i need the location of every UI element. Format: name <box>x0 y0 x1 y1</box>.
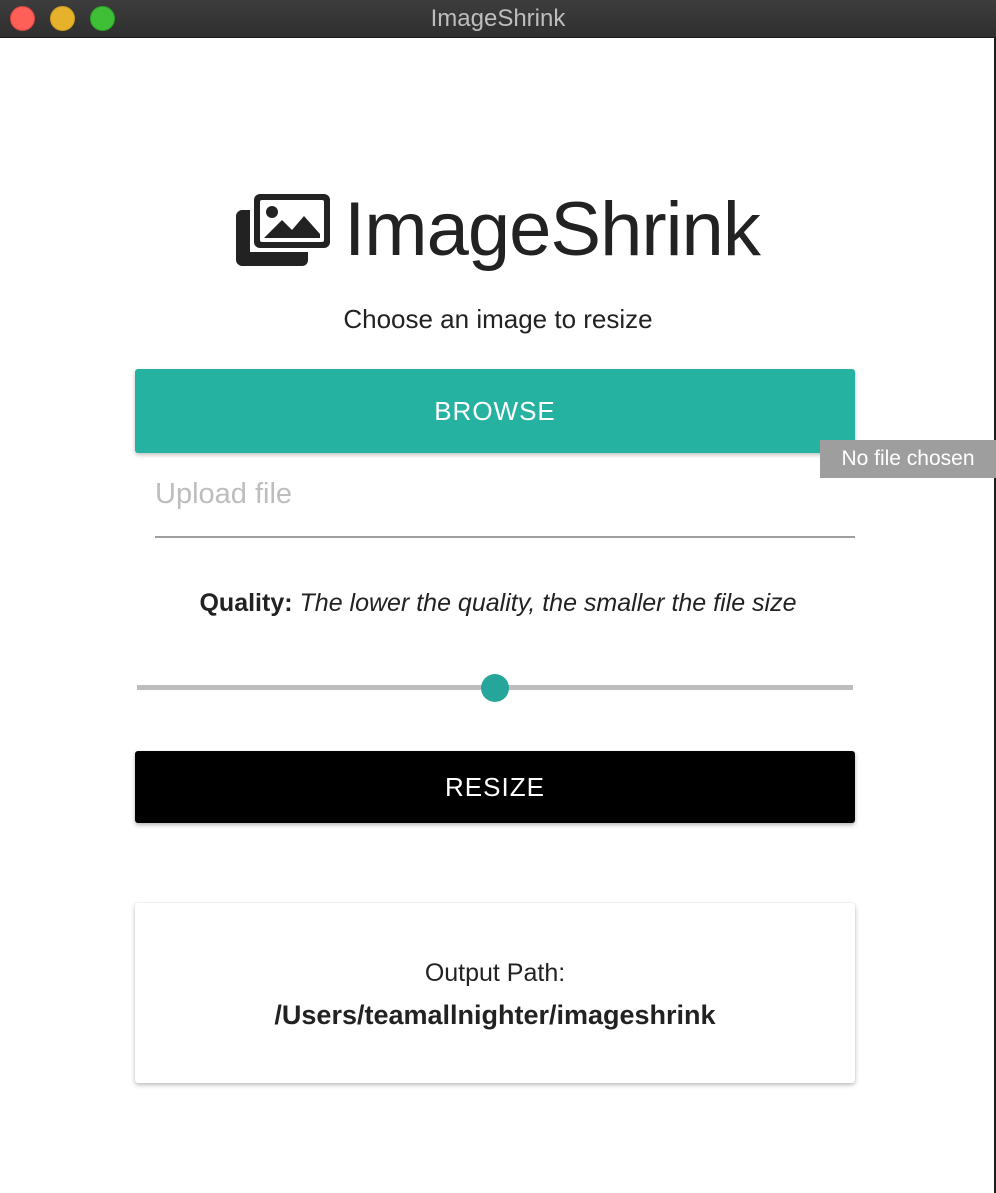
output-path-value: /Users/teamallnighter/imageshrink <box>274 1000 716 1030</box>
subtitle: Choose an image to resize <box>343 304 653 334</box>
app-window: ImageShrink ImageShrink Choose an image … <box>0 0 996 1193</box>
app-name: ImageShrink <box>344 187 761 272</box>
output-path-card: Output Path: /Users/teamallnighter/image… <box>135 903 855 1083</box>
title-bar: ImageShrink <box>0 0 996 38</box>
resize-button[interactable]: RESIZE <box>135 751 855 823</box>
quality-slider[interactable] <box>137 674 853 702</box>
app-header: ImageShrink <box>0 180 996 280</box>
images-icon <box>236 194 331 266</box>
quality-label-title: Quality: <box>199 589 293 617</box>
quality-slider-thumb[interactable] <box>481 674 509 702</box>
output-path-label: Output Path: <box>424 959 566 987</box>
upload-file-placeholder: Upload file <box>155 478 293 510</box>
quality-label: Quality: The lower the quality, the smal… <box>0 589 996 618</box>
browse-button[interactable]: BROWSE <box>135 369 855 453</box>
upload-file-field[interactable]: Upload file <box>155 470 855 538</box>
quality-label-hint: The lower the quality, the smaller the f… <box>299 589 797 617</box>
window-title: ImageShrink <box>430 5 566 32</box>
